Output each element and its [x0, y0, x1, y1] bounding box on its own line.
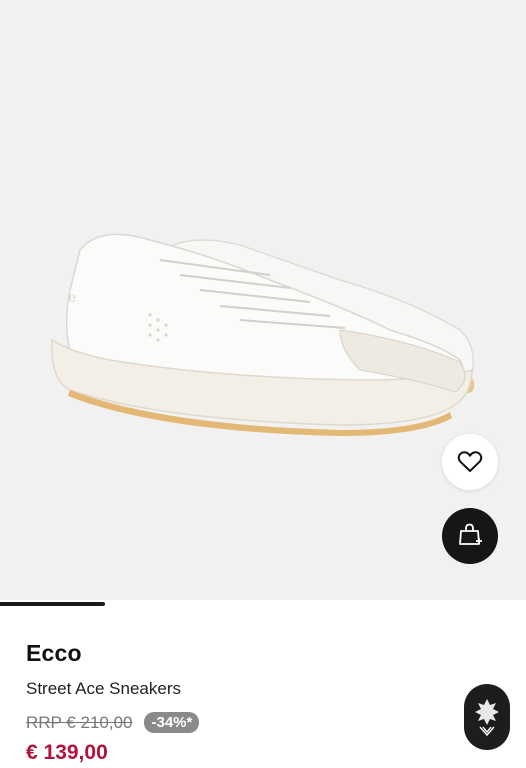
image-progress-bar — [0, 600, 526, 608]
product-brand[interactable]: Ecco — [26, 640, 82, 667]
shopping-bag-plus-icon — [459, 523, 482, 545]
rrp-price: RRP € 210,00 — [26, 712, 133, 732]
store-logo-button[interactable] — [464, 684, 510, 750]
svg-text:e: e — [68, 290, 76, 306]
add-to-cart-button[interactable] — [442, 508, 498, 564]
product-image: e — [51, 233, 475, 436]
image-progress-fill — [0, 602, 106, 606]
wishlist-button[interactable] — [442, 434, 498, 490]
discount-badge: -34%* — [144, 712, 200, 733]
sale-price: € 139,00 — [26, 741, 108, 764]
product-image-gallery[interactable]: e — [0, 0, 526, 604]
store-logo-icon — [475, 699, 499, 737]
price-comparison-row: RRP € 210,00 -34%* — [26, 712, 200, 733]
heart-icon — [457, 451, 483, 472]
product-name[interactable]: Street Ace Sneakers — [26, 679, 181, 699]
